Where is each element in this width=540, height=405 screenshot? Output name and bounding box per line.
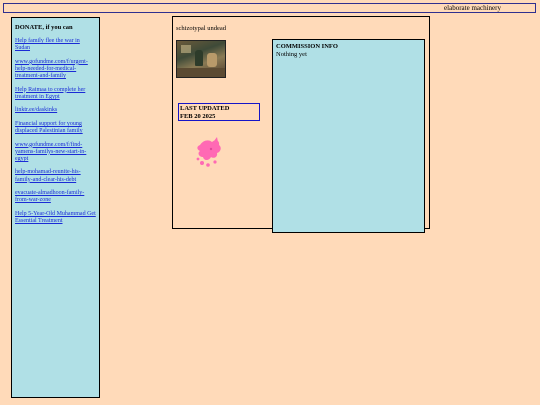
last-updated-date: FEB 20 2025 <box>180 112 216 120</box>
donate-heading: DONATE, if you can <box>15 24 73 31</box>
figure-shape <box>195 50 203 66</box>
figure-shape <box>207 53 217 67</box>
last-updated-label: LAST UPDATED <box>180 105 230 112</box>
donate-link-linktree[interactable]: linktr.ee/daskinks <box>15 107 96 114</box>
pink-creature-icon <box>196 137 221 167</box>
donate-sidebar: DONATE, if you can Help family flee the … <box>11 17 100 398</box>
donate-link-raimaa[interactable]: Help Raimaa to complete her treatment in… <box>15 87 96 101</box>
commission-panel: COMMISSION INFO Nothing yet <box>272 39 425 233</box>
top-bar: elaborate machinery <box>3 3 536 13</box>
profile-name: schizotypal undead <box>176 25 226 32</box>
donate-link-mohamad[interactable]: help-mohamad-reunite-his-family-and-clea… <box>15 169 96 183</box>
profile-image[interactable] <box>176 40 226 78</box>
donate-link-palestinian-family[interactable]: Financial support for young displaced Pa… <box>15 121 96 135</box>
commission-title: COMMISSION INFO <box>276 43 338 50</box>
donate-link-muhammad[interactable]: Help 5-Year-Old Muhammad Get Essential T… <box>15 211 96 225</box>
donate-link-medical-treatment[interactable]: www.gofundme.com/f/urgent-help-needed-fo… <box>15 59 96 81</box>
donate-link-sudan[interactable]: Help family flee the war in Sudan <box>15 38 96 52</box>
site-title[interactable]: elaborate machinery <box>444 4 501 13</box>
donate-link-almadhoon[interactable]: evacuate-almadhoon-family-from-war-zone <box>15 190 96 204</box>
donate-link-yamen[interactable]: www.gofundme.com/f/find-yamens-familys-n… <box>15 142 96 164</box>
commission-status: Nothing yet <box>276 50 307 58</box>
last-updated-box: LAST UPDATED FEB 20 2025 <box>178 103 260 121</box>
